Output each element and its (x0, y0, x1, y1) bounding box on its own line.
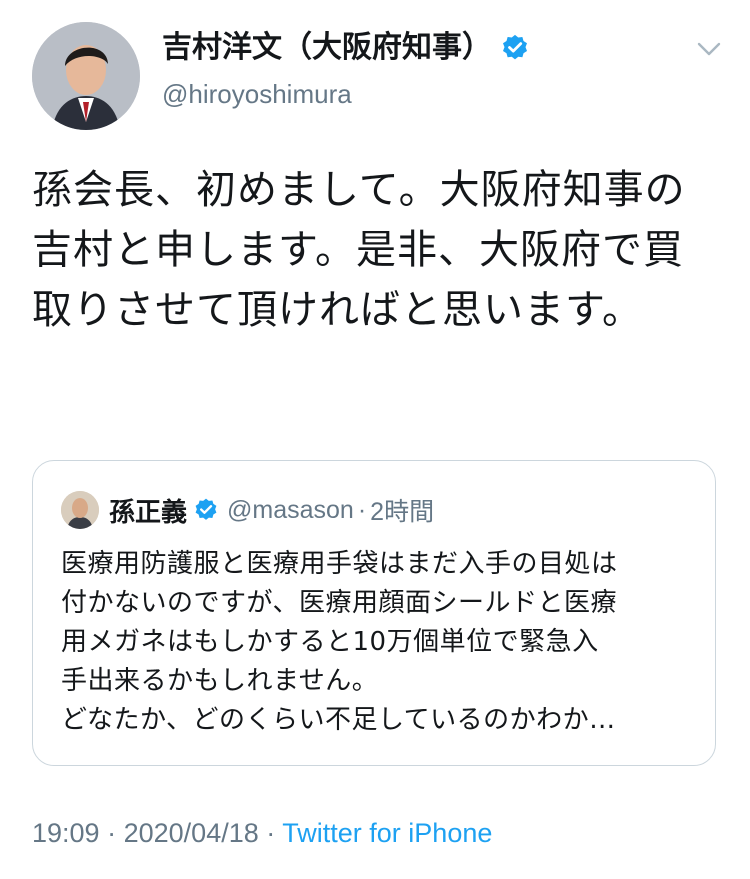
quoted-text-line: 付かないのですが、医療用顔面シールドと医療 (61, 588, 617, 618)
quoted-tweet-card[interactable]: 孫正義 @masason · 2時間 医療用防護服と医療用手袋はまだ入手の目処は… (32, 460, 716, 766)
tweet-text: 孫会長、初めまして。大阪府知事の吉村と申します。是非、大阪府で買取りさせて頂けれ… (32, 167, 686, 333)
quoted-author-handle: @masason (227, 495, 354, 524)
quoted-author-name: 孫正義 (109, 497, 188, 528)
quoted-text-line: 医療用防護服と医療用手袋はまだ入手の目処は (61, 549, 618, 579)
chevron-down-icon[interactable] (696, 40, 722, 58)
quoted-text-line: どなたか、どのくらい不足しているのかわか… (61, 705, 616, 735)
author-display-name[interactable]: 吉村洋文（大阪府知事） (162, 28, 492, 68)
quoted-author-avatar-image (61, 491, 99, 529)
quoted-separator: · (357, 495, 367, 524)
quoted-text-line: 用メガネはもしかすると10万個単位で緊急入 (61, 627, 599, 657)
tweet-footer: 19:09 · 2020/04/18 · Twitter for iPhone (32, 818, 492, 849)
tweet-time[interactable]: 19:09 (32, 818, 100, 848)
tweet-date[interactable]: 2020/04/18 (124, 818, 259, 848)
verified-badge-icon (195, 498, 217, 520)
quoted-text-line: 手出来るかもしれません。 (61, 666, 379, 696)
verified-badge-icon (503, 34, 527, 60)
footer-separator: · (107, 818, 117, 848)
author-handle[interactable]: @hiroyoshimura (162, 76, 530, 112)
tweet-header: 吉村洋文（大阪府知事） @hiroyoshimura (32, 22, 722, 132)
quoted-tweet-text: 医療用防護服と医療用手袋はまだ入手の目処は 付かないのですが、医療用顔面シールド… (61, 545, 711, 740)
author-name-row[interactable]: 吉村洋文（大阪府知事） (162, 28, 530, 68)
quoted-time: 2時間 (370, 498, 435, 526)
quoted-tweet-header: 孫正義 @masason · 2時間 (61, 491, 434, 529)
quoted-author-avatar (61, 491, 99, 529)
footer-separator: · (266, 818, 276, 848)
author-avatar[interactable] (32, 22, 140, 130)
author-avatar-image (32, 22, 140, 130)
tweet-source-link[interactable]: Twitter for iPhone (282, 818, 492, 848)
